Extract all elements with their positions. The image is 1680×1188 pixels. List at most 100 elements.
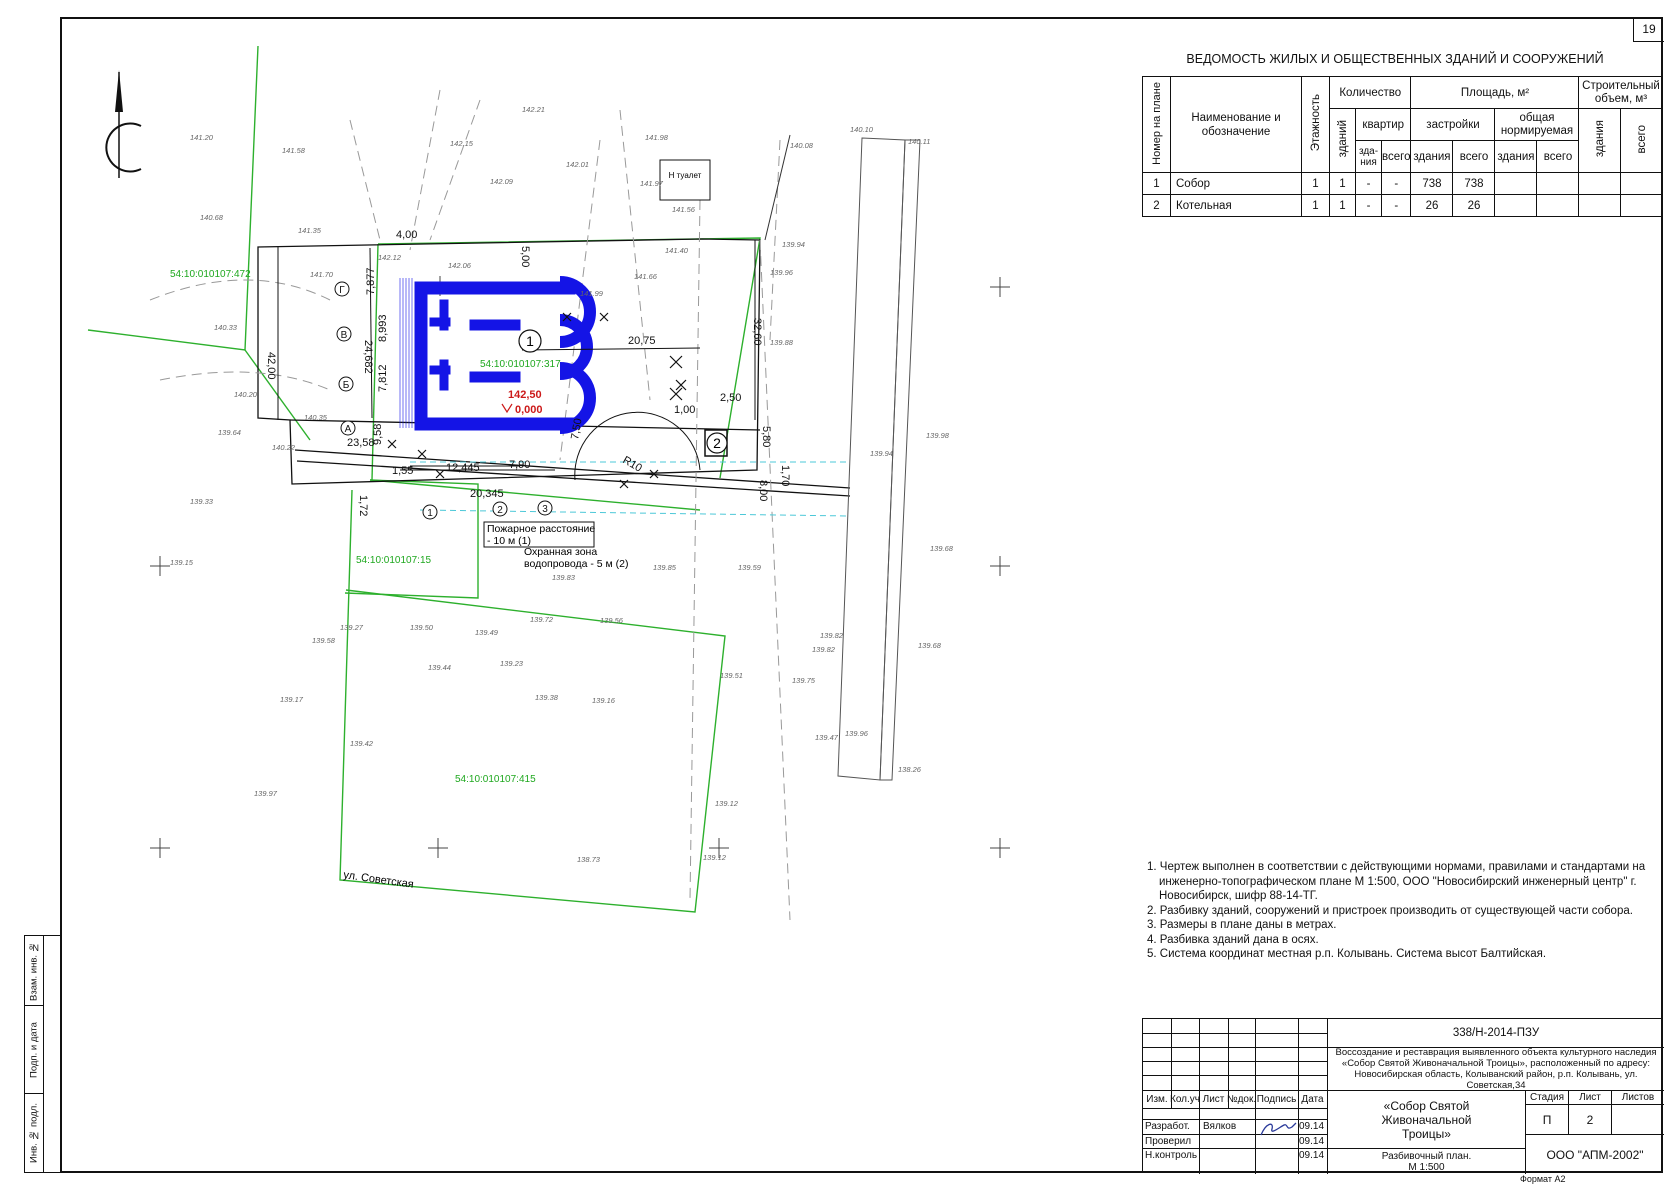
axis-B: Б bbox=[343, 380, 350, 391]
note: 2. Разбивку зданий, сооружений и пристро… bbox=[1147, 904, 1633, 917]
cell: 26 bbox=[1410, 194, 1454, 217]
elevation-point: 142.21 bbox=[522, 105, 545, 114]
dim-text: 12,445 bbox=[446, 462, 480, 474]
cell: 2 bbox=[1142, 194, 1171, 217]
elevation-point: 139.94 bbox=[782, 240, 805, 249]
col-tn-total: всего bbox=[1536, 140, 1580, 173]
stamp-stage-h: Стадия bbox=[1525, 1090, 1568, 1104]
cell: - bbox=[1355, 194, 1382, 217]
elevation-point: 141.20 bbox=[190, 133, 214, 142]
elevation-point: 139.49 bbox=[475, 628, 499, 637]
elevation-point: 139.96 bbox=[770, 268, 794, 277]
elevation-point: 139.68 bbox=[930, 544, 954, 553]
col-qty: Количество bbox=[1328, 76, 1412, 109]
cell: 26 bbox=[1452, 194, 1496, 217]
sheet-number: 19 bbox=[1633, 17, 1664, 42]
stamp-sheets bbox=[1611, 1104, 1664, 1134]
stamp-dev-date: 09.14 bbox=[1299, 1121, 1325, 1132]
note: 3. Размеры в плане даны в метрах. bbox=[1147, 919, 1337, 931]
elevation-point: 139.44 bbox=[428, 663, 451, 672]
col-floors: Этажность bbox=[1309, 94, 1322, 152]
cell: 738 bbox=[1452, 172, 1496, 195]
topo-lines bbox=[149, 89, 791, 921]
stamp-h-izm: Изм. bbox=[1146, 1093, 1168, 1105]
cell bbox=[1536, 172, 1580, 195]
elevation-point: 141.98 bbox=[645, 133, 669, 142]
elevation-point: 139.27 bbox=[340, 623, 364, 632]
water-zone-label: Охранная зона водопровода - 5 м (2) bbox=[524, 546, 629, 570]
col-build-area: застройки bbox=[1410, 108, 1496, 141]
parcel-label-317: 54:10:010107:317 bbox=[480, 359, 561, 370]
elevation-point: 140.10 bbox=[850, 125, 874, 134]
zero-mark: 0,000 bbox=[515, 404, 543, 416]
parcel-label-415: 54:10:010107:415 bbox=[455, 774, 536, 785]
elevation-point: 140.11 bbox=[908, 137, 930, 146]
elevation-point: 139.58 bbox=[312, 636, 336, 645]
cell: 1 bbox=[1142, 172, 1171, 195]
stamp-code: 338/Н-2014-ПЗУ bbox=[1327, 1019, 1664, 1047]
note: 4. Разбивка зданий дана в осях. bbox=[1147, 933, 1319, 946]
elevation-point: 141.70 bbox=[310, 270, 334, 279]
parcel-label-15: 54:10:010107:15 bbox=[356, 555, 432, 566]
cell: Котельная bbox=[1170, 194, 1302, 217]
stamp-h-podp: Подпись bbox=[1256, 1093, 1297, 1105]
stamp-h-ndok: №док. bbox=[1226, 1093, 1257, 1105]
elevation-point: 139.85 bbox=[653, 563, 677, 572]
elevation-point: 139.33 bbox=[190, 497, 214, 506]
stamp-sheet: 2 bbox=[1568, 1104, 1611, 1134]
cell: - bbox=[1380, 194, 1412, 217]
elevation-point: 139.42 bbox=[350, 739, 374, 748]
col-apts: квартир bbox=[1354, 108, 1412, 141]
dim-text: 42,00 bbox=[265, 352, 277, 380]
toilet-label: Н туалет bbox=[669, 171, 702, 180]
parcel-label-472: 54:10:010107:472 bbox=[170, 269, 251, 280]
elevation-point: 139.75 bbox=[792, 676, 816, 685]
signature-icon bbox=[1260, 1122, 1297, 1136]
elevation-point: 139.17 bbox=[280, 695, 304, 704]
stamp-h-date: Дата bbox=[1301, 1093, 1324, 1105]
schedule-title: ВЕДОМОСТЬ ЖИЛЫХ И ОБЩЕСТВЕННЫХ ЗДАНИЙ И … bbox=[1186, 52, 1604, 66]
stamp-h-list: Лист bbox=[1202, 1093, 1225, 1105]
stamp-object: «Собор Святой Живоначальной Троицы» bbox=[1327, 1090, 1525, 1148]
elevation-point: 141.35 bbox=[298, 226, 322, 235]
stamp-company: ООО "АПМ-2002" bbox=[1525, 1134, 1664, 1174]
col-volume: Строительный объем, м³ bbox=[1578, 76, 1664, 109]
dim-text: 2,50 bbox=[720, 392, 741, 404]
building-number-1: 1 bbox=[526, 333, 534, 349]
title-block: Изм. Кол.уч Лист №док. Подпись Дата Разр… bbox=[1142, 1018, 1664, 1174]
col-area: Площадь, м² bbox=[1410, 76, 1580, 109]
dim-text: 32,60 bbox=[751, 318, 763, 346]
col-total-norm: общая нормируемая bbox=[1494, 108, 1580, 141]
stamp-drawing: Разбивочный план. М 1:500 bbox=[1327, 1148, 1525, 1174]
elevation-point: 139.23 bbox=[500, 659, 524, 668]
axis-2: 2 bbox=[497, 505, 503, 516]
elevation-point: 139.94 bbox=[870, 449, 893, 458]
stamp-dev-name: Вялков bbox=[1203, 1121, 1237, 1132]
dim-text: 7,50 bbox=[569, 417, 585, 440]
dim-text: 8,993 bbox=[377, 314, 389, 342]
stamp-chk-role: Проверил bbox=[1145, 1136, 1192, 1147]
cathedral-building bbox=[414, 276, 596, 434]
stamp-stage: П bbox=[1525, 1104, 1568, 1134]
elevation-point: 139.97 bbox=[254, 789, 278, 798]
elevation-point: 139.98 bbox=[926, 431, 950, 440]
cell bbox=[1494, 172, 1538, 195]
elevation-point: 141.99 bbox=[580, 289, 604, 298]
cell: 738 bbox=[1410, 172, 1454, 195]
elevation-point: 139.47 bbox=[815, 733, 839, 742]
stamp-project: Воссоздание и реставрация выявленного об… bbox=[1327, 1047, 1664, 1091]
cell: Собор bbox=[1170, 172, 1302, 195]
dim-text: 1,55 bbox=[392, 465, 413, 477]
stamp-sheet-h: Лист bbox=[1568, 1090, 1611, 1104]
format-label: Формат А2 bbox=[1520, 1174, 1566, 1184]
cell bbox=[1620, 172, 1664, 195]
elevation-point: 139.88 bbox=[770, 338, 794, 347]
dimension-lines bbox=[277, 240, 756, 471]
axis-V: В bbox=[341, 330, 348, 341]
note: 5. Система координат местная р.п. Колыва… bbox=[1147, 948, 1547, 960]
elevation-point: 142.12 bbox=[378, 253, 402, 262]
dim-text: 8,00 bbox=[757, 480, 769, 501]
elevation-point: 141.58 bbox=[282, 146, 306, 155]
elevation-point: 139.59 bbox=[738, 563, 762, 572]
building-number-2: 2 bbox=[713, 435, 721, 451]
